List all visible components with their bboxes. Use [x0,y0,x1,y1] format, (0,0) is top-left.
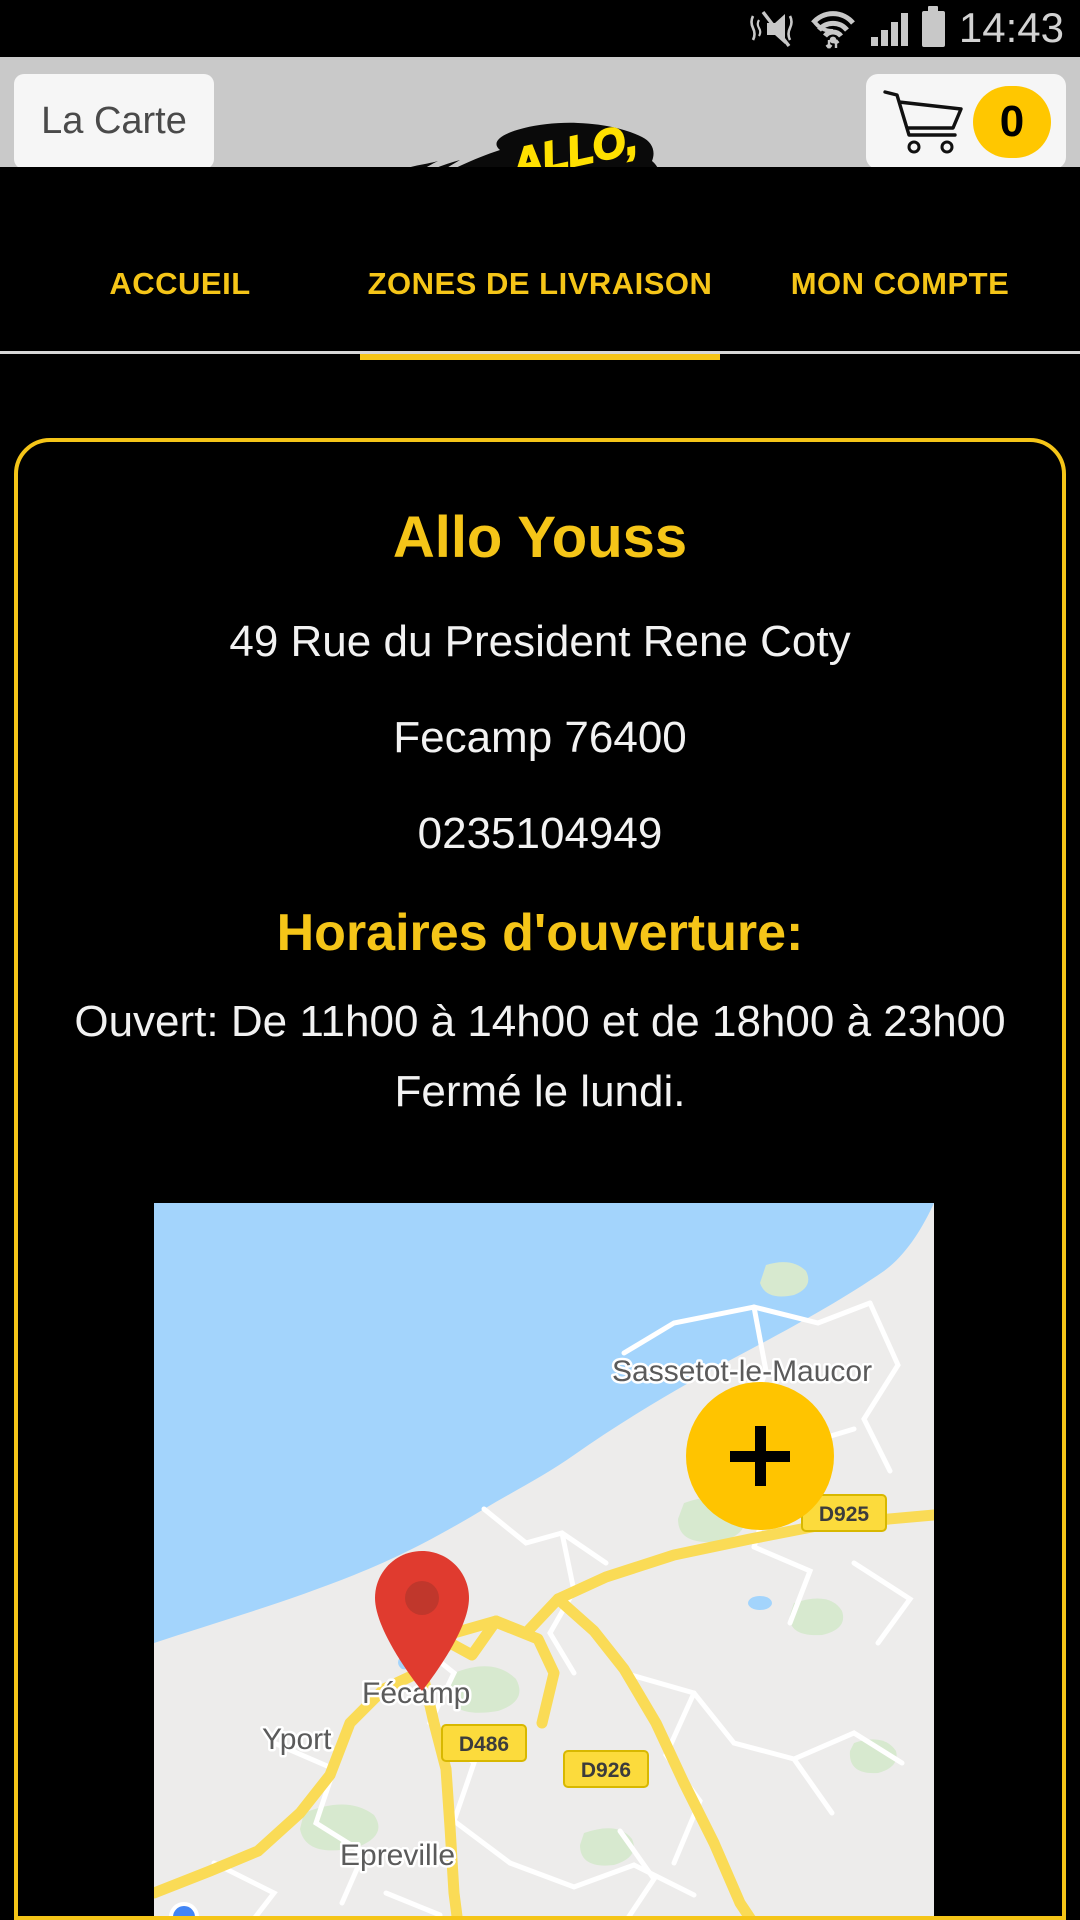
cart-count-badge: 0 [973,85,1051,158]
mute-vibrate-icon [749,10,795,48]
location-map[interactable]: D925 D486 D926 Sassetot-le-Maucor Fécamp… [154,1203,934,1916]
signal-icon [870,12,908,46]
nav-divider [0,351,1080,354]
road-badge-d926: D926 [563,1750,649,1788]
opening-hours-line-1: Ouvert: De 11h00 à 14h00 et de 18h00 à 2… [74,997,1006,1046]
svg-text:D926: D926 [581,1759,631,1782]
tab-mon-compte[interactable]: MON COMPTE [720,266,1080,346]
tab-accueil-label: ACCUEIL [109,266,251,301]
la-carte-button[interactable]: La Carte [14,74,214,169]
status-bar: 14:43 [0,0,1080,57]
add-button[interactable] [686,1382,834,1530]
tab-mon-compte-label: MON COMPTE [790,266,1010,301]
map-label-yport: Yport [262,1723,332,1756]
current-location-dot [169,1902,199,1916]
phone-number[interactable]: 0235104949 [18,809,1062,859]
tab-accueil[interactable]: ACCUEIL [0,266,360,346]
wifi-icon [809,9,857,49]
tab-zones-de-livraison[interactable]: ZONES DE LIVRAISON [360,266,720,360]
road-badge-d486: D486 [441,1724,527,1762]
shopping-cart-icon [881,84,967,159]
svg-text:D486: D486 [459,1733,509,1756]
battery-icon [921,10,945,47]
address-line-1: 49 Rue du President Rene Coty [229,617,851,666]
opening-hours-line-2: Fermé le lundi. [394,1067,686,1116]
svg-text:D925: D925 [819,1503,870,1526]
main-nav: ACCUEIL ZONES DE LIVRAISON MON COMPTE [0,167,1080,360]
map-label-epreville: Epreville [340,1839,455,1872]
plus-icon [730,1426,790,1486]
status-bar-clock: 14:43 [958,3,1064,51]
app-header: La Carte ALLO, Yous 0 [0,57,1080,248]
map-canvas: D925 D486 D926 Sassetot-le-Maucor Fécamp… [154,1203,934,1916]
tab-zones-de-livraison-label: ZONES DE LIVRAISON [367,266,713,301]
address-line-2: Fecamp 76400 [393,713,687,762]
restaurant-name: Allo Youss [392,505,688,570]
opening-hours-title: Horaires d'ouverture: [276,904,804,962]
restaurant-info-card: Allo Youss 49 Rue du President Rene Coty… [14,438,1066,1920]
cart-button[interactable]: 0 [866,74,1066,169]
